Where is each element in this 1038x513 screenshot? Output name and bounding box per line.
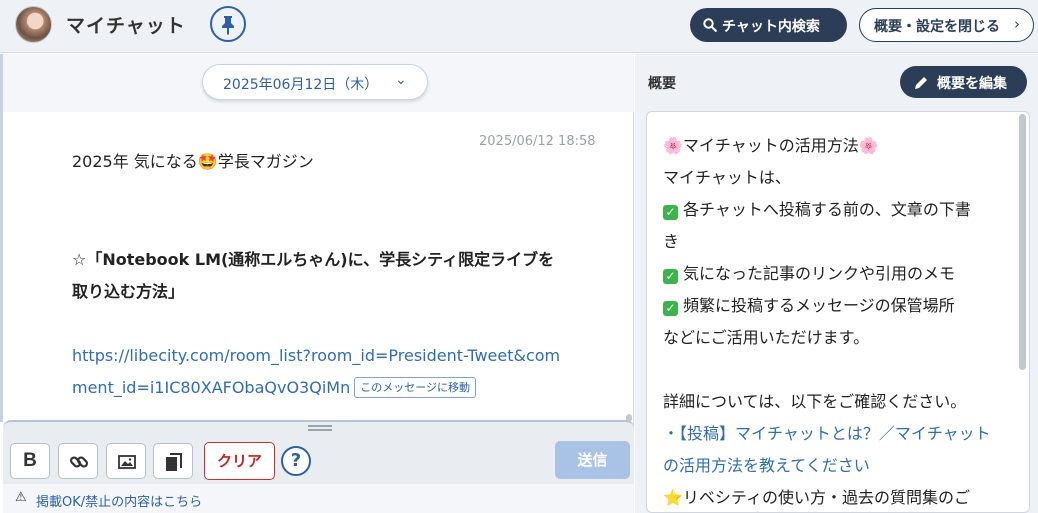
image-button[interactable] — [106, 443, 146, 479]
summary-closing: などにご活用いただけます。 — [663, 328, 870, 347]
chevron-right-icon: › — [1014, 15, 1020, 33]
posting-guidelines-notice[interactable]: ⚠ 掲載OK/禁止の内容はこちら — [3, 484, 634, 513]
summary-title: 概要 — [648, 76, 676, 92]
app-header: マイチャット チャット内検索 概要・設定を閉じる › — [0, 0, 1038, 53]
close-summary-button[interactable]: 概要・設定を閉じる › — [859, 8, 1034, 42]
summary-scrollbar[interactable] — [1019, 114, 1026, 370]
summary-item-1-cont: き — [663, 232, 680, 251]
chevron-down-icon: ⌄ — [395, 72, 407, 88]
resize-handle[interactable] — [308, 425, 332, 431]
message-line: 2025年 気になる🤩学長マガジン — [72, 152, 314, 171]
image-icon — [118, 455, 136, 469]
message-link[interactable]: https://libecity.com/room_list?room_id=P… — [72, 340, 617, 404]
chat-search-button[interactable]: チャット内検索 — [690, 8, 847, 42]
summary-link-cont[interactable]: の活用方法を教えてください — [663, 452, 870, 476]
summary-details: 詳細については、以下をご確認ください。 — [663, 392, 967, 411]
pencil-icon — [915, 77, 927, 89]
summary-item-3: ✓ 頻繁に投稿するメッセージの保管場所 — [663, 292, 955, 316]
flower-icon: 🌸 — [858, 136, 879, 155]
search-icon — [703, 18, 717, 32]
summary-heading-text: マイチャットの活用方法 — [682, 136, 859, 155]
summary-item-3-text: 頻繁に投稿するメッセージの保管場所 — [683, 296, 955, 315]
send-button[interactable]: 送信 — [555, 441, 630, 479]
star-icon: ⭐ — [663, 488, 683, 507]
message-link-line-1[interactable]: https://libecity.com/room_list?room_id=P… — [72, 340, 617, 372]
date-label: 2025年06月12日（木） — [223, 77, 379, 93]
avatar[interactable] — [15, 6, 52, 43]
message-link-line-2[interactable]: ment_id=i1IC80XAFObaQvO3QiMn このメッセージに移動 — [72, 372, 617, 404]
summary-intro: マイチャットは、 — [663, 168, 791, 187]
message-bold-line-2: 取り込む方法」 — [72, 282, 185, 301]
help-icon[interactable]: ? — [281, 446, 311, 476]
check-icon: ✓ — [663, 269, 678, 284]
bold-button[interactable]: B — [10, 443, 50, 479]
page-title: マイチャット — [66, 15, 186, 37]
message-bold-line-1: ☆「Notebook LM(通称エルちゃん)に、学長シティ限定ライブを — [72, 250, 555, 269]
warning-icon: ⚠ — [15, 490, 27, 505]
link-button[interactable] — [58, 443, 98, 479]
jump-to-message-button[interactable]: このメッセージに移動 — [354, 377, 476, 398]
summary-item-2: ✓ 気になった記事のリンクや引用のメモ — [663, 260, 955, 284]
close-summary-label: 概要・設定を閉じる — [874, 19, 1000, 35]
message-composer: B クリア ? 送信 — [3, 420, 634, 484]
pin-button[interactable] — [210, 6, 246, 42]
edit-summary-button[interactable]: 概要を編集 — [900, 66, 1027, 98]
message-timestamp: 2025/06/12 18:58 — [479, 134, 596, 149]
edit-summary-label: 概要を編集 — [937, 76, 1007, 92]
clear-button[interactable]: クリア — [204, 442, 275, 480]
link-icon — [69, 456, 89, 468]
pin-icon — [222, 16, 234, 35]
message-link-line-2-text[interactable]: ment_id=i1IC80XAFObaQvO3QiMn — [72, 378, 350, 397]
copy-icon — [166, 453, 182, 471]
check-icon: ✓ — [663, 301, 678, 316]
summary-footer: ⭐リベシティの使い方・過去の質問集のご — [663, 484, 970, 508]
summary-item-1: ✓ 各チャットへ投稿する前の、文章の下書 — [663, 196, 971, 220]
chat-search-label: チャット内検索 — [722, 19, 820, 35]
copy-button[interactable] — [153, 443, 193, 479]
date-selector[interactable]: 2025年06月12日（木） ⌄ — [202, 64, 428, 100]
summary-footer-text: リベシティの使い方・過去の質問集のご — [682, 488, 970, 507]
summary-link[interactable]: ・【投稿】マイチャットとは？／マイチャット — [663, 420, 991, 444]
flower-icon: 🌸 — [663, 136, 683, 155]
summary-heading: 🌸マイチャットの活用方法🌸 — [663, 132, 879, 156]
message-bold-text: ☆「Notebook LM(通称エルちゃん)に、学長シティ限定ライブを 取り込む… — [72, 244, 612, 308]
summary-item-2-text: 気になった記事のリンクや引用のメモ — [683, 264, 956, 283]
check-icon: ✓ — [663, 205, 678, 220]
posting-guidelines-link[interactable]: 掲載OK/禁止の内容はこちら — [36, 491, 202, 510]
summary-item-1-text: 各チャットへ投稿する前の、文章の下書 — [683, 200, 971, 219]
